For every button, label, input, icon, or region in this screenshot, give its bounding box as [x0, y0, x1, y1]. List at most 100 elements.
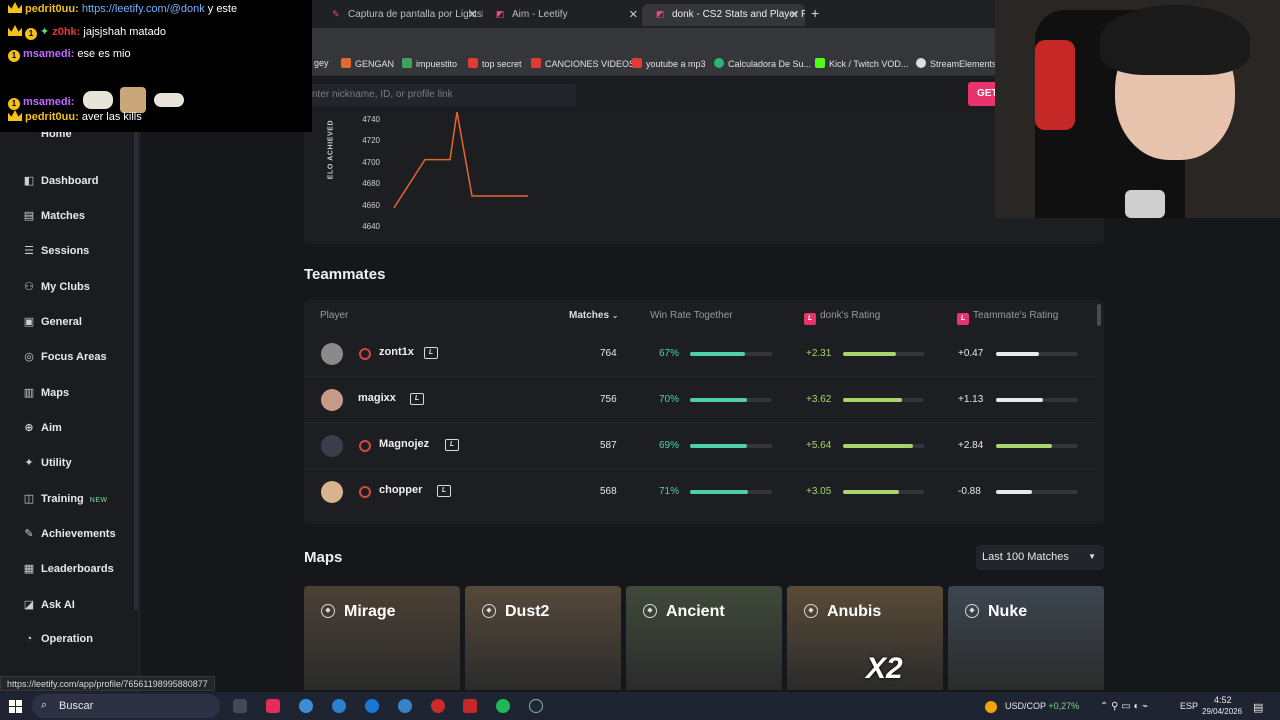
steam-icon[interactable]	[529, 699, 543, 713]
player-rating-bar-fill	[843, 444, 913, 448]
player-name[interactable]: Magnojez	[379, 438, 429, 450]
table-scrollbar[interactable]	[1097, 304, 1101, 326]
leetify-profile-icon[interactable]: L	[445, 439, 459, 451]
sidebar-item-leaderboards[interactable]: ▦ Leaderboards	[22, 562, 114, 582]
nuke-map-icon: ◆	[965, 604, 979, 618]
player-name[interactable]: chopper	[379, 484, 422, 496]
chat-user: pedrit0uu:	[25, 3, 79, 15]
tiktok-icon[interactable]	[266, 699, 280, 713]
notifications-icon[interactable]: ▤	[1253, 701, 1263, 714]
youtube-icon	[531, 58, 541, 68]
language-indicator[interactable]: ESP	[1180, 701, 1198, 711]
clock-date[interactable]: 29/04/2026	[1202, 707, 1242, 716]
avatar	[321, 389, 343, 411]
bookmark-item[interactable]: Kick / Twitch VOD...	[815, 58, 908, 69]
teammate-rating-bar-fill	[996, 444, 1052, 448]
bookmark-label: top secret	[482, 59, 522, 69]
sidebar-item-matches[interactable]: ▤ Matches	[22, 209, 85, 229]
crown-badge-icon	[8, 25, 22, 36]
column-header-player: Player	[320, 310, 349, 321]
bookmark-partial[interactable]: gey	[314, 58, 329, 68]
sidebar-item-sessions[interactable]: ☰ Sessions	[22, 244, 89, 264]
bookmark-item[interactable]: youtube a mp3	[632, 58, 706, 69]
sidebar-item-focus-areas[interactable]: ◎ Focus Areas	[22, 350, 106, 370]
close-icon[interactable]: ✕	[468, 8, 477, 21]
win-rate-bar	[690, 352, 772, 356]
map-card-mirage[interactable]: ◆ Mirage	[304, 586, 460, 690]
taskbar-search[interactable]: ⌕ Buscar	[32, 694, 220, 718]
tab-label: Captura de pantalla por Lightshot	[348, 9, 483, 20]
table-row[interactable]: zont1x L 764 67% +2.31 +0.47	[304, 331, 1096, 377]
edge-icon[interactable]	[332, 699, 346, 713]
lightshot-icon: ✎	[332, 9, 340, 19]
windows-start-icon[interactable]	[9, 700, 22, 713]
sidebar-item-ask-ai[interactable]: ◪ Ask AI	[22, 598, 75, 618]
general-icon: ▣	[23, 316, 35, 328]
sidebar-item-achievements[interactable]: ✎ Achievements	[22, 527, 115, 547]
clock-time[interactable]: 4:52	[1214, 695, 1232, 705]
table-row[interactable]: magixx L 756 70% +3.62 +1.13	[304, 377, 1096, 423]
close-icon[interactable]: ✕	[790, 8, 799, 21]
dashboard-icon: ◧	[23, 175, 35, 187]
stock-change: +0,27%	[1048, 701, 1080, 711]
sidebar-item-dashboard[interactable]: ◧ Dashboard	[22, 174, 99, 194]
bookmark-item[interactable]: GENGAN	[341, 58, 394, 69]
focus-areas-icon: ◎	[24, 351, 34, 363]
sidebar-item-maps[interactable]: ▥ Maps	[22, 386, 69, 406]
table-row[interactable]: chopper L 568 71% +3.05 -0.88	[304, 469, 1096, 515]
spotify-icon[interactable]	[496, 699, 510, 713]
stock-widget[interactable]: USD/COP +0,27%	[1005, 701, 1079, 711]
mirage-map-icon: ◆	[321, 604, 335, 618]
tab-aim-leetify[interactable]: ◩ Aim - Leetify ✕	[482, 4, 644, 26]
sidebar-scrollbar[interactable]	[134, 120, 138, 610]
sidebar-item-label: Training	[41, 493, 84, 505]
leetify-profile-icon[interactable]: L	[437, 485, 451, 497]
sidebar-item-utility[interactable]: ✦ Utility	[22, 456, 71, 476]
search-label: Buscar	[59, 700, 94, 712]
column-header-matches[interactable]: Matches ⌄	[569, 310, 619, 321]
video-editor-icon[interactable]	[463, 699, 477, 713]
map-card-nuke[interactable]: ◆ Nuke	[948, 586, 1104, 690]
matches-count: 764	[600, 348, 617, 359]
tab-donk-profile[interactable]: ◩ donk - CS2 Stats and Player Profile ✕	[642, 4, 805, 26]
sidebar-item-my-clubs[interactable]: ⚇ My Clubs	[22, 280, 90, 300]
sidebar-item-label: My Clubs	[41, 281, 90, 293]
y-tick-label: 4680	[362, 179, 380, 189]
bookmark-item[interactable]: impuestito	[402, 58, 457, 69]
obs-icon[interactable]	[431, 699, 445, 713]
chevron-down-icon: ▼	[1088, 552, 1096, 561]
tab-lightshot[interactable]: ✎ Captura de pantalla por Lightshot ✕	[318, 4, 483, 26]
task-view-icon[interactable]	[233, 699, 247, 713]
elo-series-line	[393, 112, 528, 209]
tray-icons[interactable]: ⌃ ⚲ ▭ ◐ ⌁	[1100, 701, 1148, 712]
sidebar-item-general[interactable]: ▣ General	[22, 315, 82, 335]
copilot-icon[interactable]	[299, 699, 313, 713]
sidebar-item-operation[interactable]: ◔ Operation	[22, 633, 93, 653]
player-name[interactable]: zont1x	[379, 346, 414, 358]
map-card-dust2[interactable]: ◆ Dust2	[465, 586, 621, 690]
bookmark-item[interactable]: Calculadora De Su...	[714, 58, 811, 69]
sidebar-item-label: Ask AI	[41, 599, 75, 611]
leetify-profile-icon[interactable]: L	[410, 393, 424, 405]
map-card-anubis[interactable]: ◆ Anubis	[787, 586, 943, 690]
elo-line-chart	[393, 112, 528, 209]
chat-user: z0hk:	[52, 26, 81, 38]
leetify-profile-icon[interactable]: L	[424, 347, 438, 359]
player-name[interactable]: magixx	[358, 392, 396, 404]
app-icon[interactable]	[398, 699, 412, 713]
new-tab-button[interactable]: +	[811, 5, 819, 21]
get-button[interactable]: GET	[968, 82, 998, 106]
sidebar-item-aim[interactable]: ⊕ Aim	[22, 421, 61, 441]
bookmark-item[interactable]: StreamElements |	[916, 58, 1001, 69]
sidebar-item-training[interactable]: ◫ Training NEW	[22, 492, 108, 512]
bookmark-item[interactable]: top secret	[468, 58, 522, 69]
bookmark-item[interactable]: CANCIONES VIDEOS	[531, 58, 635, 69]
match-range-select[interactable]: Last 100 Matches ▼	[976, 545, 1104, 570]
close-icon[interactable]: ✕	[629, 8, 638, 21]
edge-browser-icon[interactable]	[365, 699, 379, 713]
player-search-input[interactable]: nter nickname, ID, or profile link	[306, 84, 576, 106]
table-row[interactable]: Magnojez L 587 69% +5.64 +2.84	[304, 423, 1096, 469]
y-tick-label: 4740	[362, 115, 380, 124]
map-card-ancient[interactable]: ◆ Ancient	[626, 586, 782, 690]
win-rate-value: 67%	[659, 348, 680, 359]
